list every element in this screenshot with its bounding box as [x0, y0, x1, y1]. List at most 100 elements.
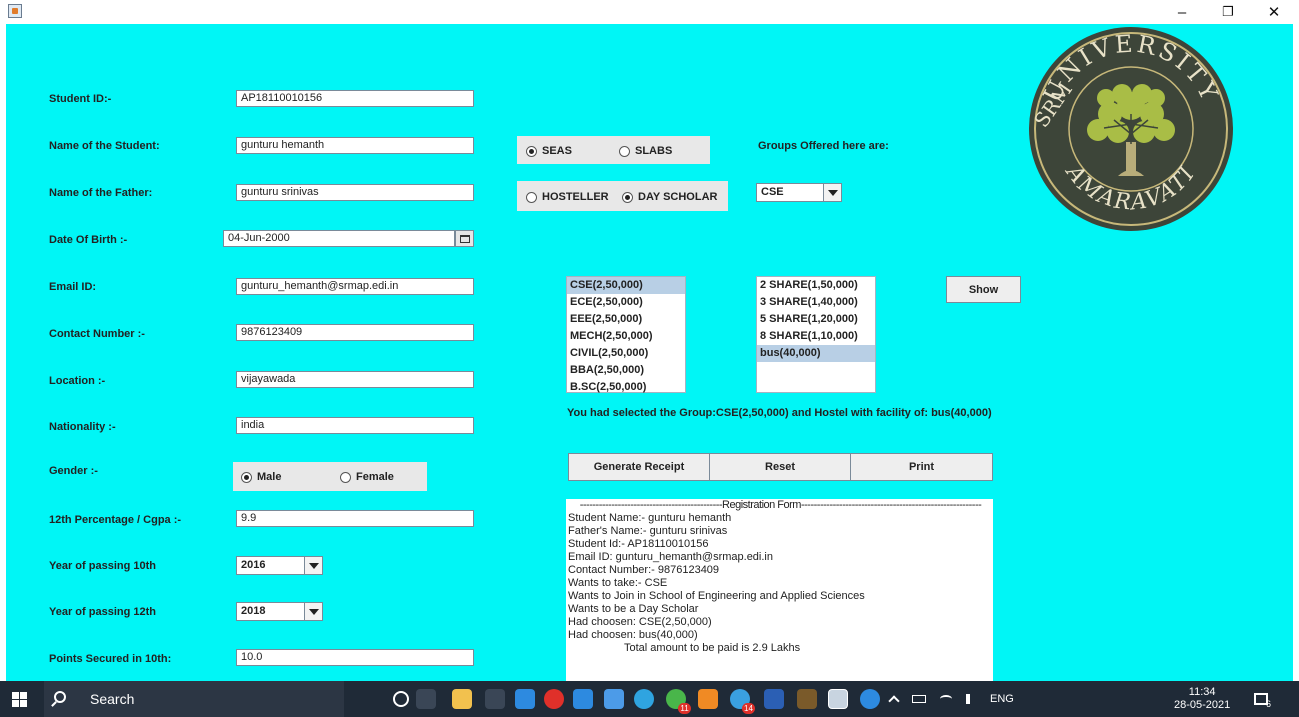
- points10-field[interactable]: 10.0: [236, 649, 474, 666]
- word-icon[interactable]: [764, 689, 784, 709]
- java-taskbar-icon[interactable]: [828, 689, 848, 709]
- radio-unselected-icon: [526, 191, 537, 203]
- notification-count: 6: [1266, 699, 1272, 709]
- list-item[interactable]: BBA(2,50,000): [567, 362, 685, 379]
- receipt-total: Total amount to be paid is 2.9 Lakhs: [624, 642, 801, 654]
- mail-icon[interactable]: [573, 689, 593, 709]
- show-button[interactable]: Show: [946, 276, 1021, 303]
- battery-icon[interactable]: [912, 695, 926, 703]
- windows-start-icon[interactable]: [12, 692, 27, 707]
- father-name-label: Name of the Father:: [49, 187, 153, 199]
- dropbox-icon[interactable]: [485, 689, 505, 709]
- sublime-icon[interactable]: [698, 689, 718, 709]
- percentage-field[interactable]: 9.9: [236, 510, 474, 527]
- srm-university-logo: UNIVERSITY SRM AMARAVATI: [1029, 27, 1233, 231]
- groups-offered-label: Groups Offered here are:: [758, 140, 889, 152]
- gender-male-radio[interactable]: Male: [241, 471, 281, 483]
- radio-selected-icon: [526, 145, 537, 157]
- list-item[interactable]: 8 SHARE(1,10,000): [757, 328, 875, 345]
- notifications-button[interactable]: 6: [1254, 681, 1271, 717]
- cortana-icon[interactable]: [393, 691, 409, 707]
- email-label: Email ID:: [49, 281, 97, 293]
- receipt-line: Student Id:- AP18110010156: [568, 538, 709, 550]
- group-listbox[interactable]: CSE(2,50,000) ECE(2,50,000) EEE(2,50,000…: [566, 276, 686, 393]
- list-item[interactable]: ECE(2,50,000): [567, 294, 685, 311]
- file-explorer-icon[interactable]: [452, 689, 472, 709]
- contact-field[interactable]: 9876123409: [236, 324, 474, 341]
- list-item[interactable]: 2 SHARE(1,50,000): [757, 277, 875, 294]
- java-app-icon: [8, 4, 22, 18]
- residence-dayscholar-radio[interactable]: DAY SCHOLAR: [622, 191, 717, 203]
- volume-icon[interactable]: [966, 694, 976, 704]
- email-field[interactable]: gunturu_hemanth@srmap.edi.in: [236, 278, 474, 295]
- generate-receipt-button[interactable]: Generate Receipt: [568, 453, 710, 481]
- selection-message: You had selected the Group:CSE(2,50,000)…: [567, 407, 992, 419]
- clock[interactable]: 11:34 28-05-2021: [1174, 681, 1230, 717]
- year10-label: Year of passing 10th: [49, 560, 156, 572]
- chevron-down-icon: [823, 184, 841, 201]
- minimize-button[interactable]: –: [1159, 0, 1205, 24]
- reset-button[interactable]: Reset: [709, 453, 851, 481]
- search-icon: [54, 691, 66, 703]
- close-button[interactable]: ✕: [1251, 0, 1297, 24]
- receipt-textarea[interactable]: ----------------------------------------…: [566, 499, 993, 681]
- year12-combo[interactable]: 2018: [236, 602, 323, 621]
- student-name-field[interactable]: gunturu hemanth: [236, 137, 474, 154]
- school-slabs-radio[interactable]: SLABS: [619, 145, 672, 157]
- list-item[interactable]: 5 SHARE(1,20,000): [757, 311, 875, 328]
- notification-badge: 11: [678, 703, 691, 714]
- language-indicator[interactable]: ENG: [990, 693, 1014, 705]
- list-item[interactable]: MECH(2,50,000): [567, 328, 685, 345]
- contact-label: Contact Number :-: [49, 328, 145, 340]
- registration-form: Student ID:- AP18110010156 Name of the S…: [6, 24, 1293, 681]
- father-name-field[interactable]: gunturu srinivas: [236, 184, 474, 201]
- location-field[interactable]: vijayawada: [236, 371, 474, 388]
- dob-label: Date Of Birth :-: [49, 234, 128, 246]
- task-view-icon[interactable]: [416, 689, 436, 709]
- student-id-label: Student ID:-: [49, 93, 112, 105]
- nationality-field[interactable]: india: [236, 417, 474, 434]
- radio-selected-icon: [241, 471, 252, 483]
- wifi-icon[interactable]: [940, 695, 952, 703]
- list-item[interactable]: CSE(2,50,000): [567, 277, 685, 294]
- chevron-up-icon[interactable]: [888, 695, 900, 707]
- gender-female-radio[interactable]: Female: [340, 471, 394, 483]
- store-icon[interactable]: [604, 689, 624, 709]
- group-combo[interactable]: CSE: [756, 183, 842, 202]
- dob-field[interactable]: 04-Jun-2000: [223, 230, 455, 247]
- points10-label: Points Secured in 10th:: [49, 653, 172, 665]
- list-item[interactable]: bus(40,000): [757, 345, 875, 362]
- list-item[interactable]: B.SC(2,50,000): [567, 379, 685, 396]
- radio-unselected-icon: [340, 471, 351, 483]
- school-radio-group: SEAS SLABS: [517, 136, 710, 164]
- receipt-line: Wants to Join in School of Engineering a…: [568, 590, 865, 602]
- list-item[interactable]: CIVIL(2,50,000): [567, 345, 685, 362]
- opera-icon[interactable]: [544, 689, 564, 709]
- list-item[interactable]: EEE(2,50,000): [567, 311, 685, 328]
- print-button[interactable]: Print: [850, 453, 993, 481]
- residence-hosteller-radio[interactable]: HOSTELLER: [526, 191, 609, 203]
- student-id-field[interactable]: AP18110010156: [236, 90, 474, 107]
- edge-icon[interactable]: [634, 689, 654, 709]
- taskbar-search[interactable]: Search: [44, 681, 344, 717]
- calendar-icon: [459, 234, 470, 243]
- percentage-label: 12th Percentage / Cgpa :-: [49, 514, 182, 526]
- notification-badge: 14: [742, 703, 755, 714]
- clock-time: 11:34: [1188, 686, 1216, 698]
- gender-label: Gender :-: [49, 465, 98, 477]
- list-item[interactable]: 3 SHARE(1,40,000): [757, 294, 875, 311]
- receipt-line: Wants to take:- CSE: [568, 577, 668, 589]
- taskbar: Search 11 14 ENG 11:34 28-05-2021 6: [0, 681, 1299, 717]
- maximize-button[interactable]: ❐: [1205, 0, 1251, 24]
- student-name-label: Name of the Student:: [49, 140, 160, 152]
- year10-combo[interactable]: 2016: [236, 556, 323, 575]
- visual-studio-icon[interactable]: [515, 689, 535, 709]
- facility-listbox[interactable]: 2 SHARE(1,50,000) 3 SHARE(1,40,000) 5 SH…: [756, 276, 876, 393]
- receipt-line: Student Name:- gunturu hemanth: [568, 512, 732, 524]
- calendar-button[interactable]: [455, 230, 474, 247]
- school-seas-radio[interactable]: SEAS: [526, 145, 572, 157]
- receipt-line: Father's Name:- gunturu srinivas: [568, 525, 728, 537]
- nationality-label: Nationality :-: [49, 421, 116, 433]
- help-icon[interactable]: [860, 689, 880, 709]
- game-icon[interactable]: [797, 689, 817, 709]
